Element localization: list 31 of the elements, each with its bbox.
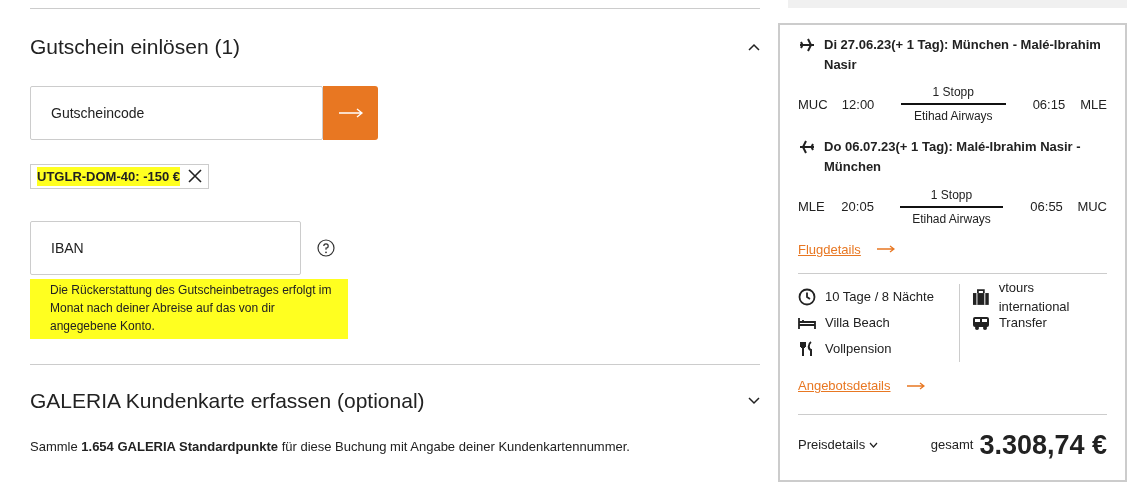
voucher-code-field[interactable]: Gutscheincode — [30, 85, 323, 140]
stops-label: 1 Stopp — [931, 84, 975, 102]
airport-code: MLE — [1080, 95, 1107, 114]
feature-label: Transfer — [998, 314, 1047, 333]
loyalty-description: Sammle 1.654 GALERIA Standardpunkte für diese Buchung mit Angabe deiner Kundenkartennummer. — [30, 437, 631, 456]
feature-label: Villa Beach — [825, 314, 890, 333]
flight-title: Do 06.07.23(+ 1 Tag): Malé-Ibrahim Nasir - München — [824, 138, 1082, 177]
arrival-time: 06:55 — [1030, 197, 1064, 216]
flight-title: Di 27.06.23(+ 1 Tag): München - Malé-Ibrahim Nasir — [824, 36, 1102, 75]
feature-label: 10 Tage / 8 Nächte — [825, 288, 934, 307]
section-title: GALERIA Kundenkarte erfassen (optional) — [30, 388, 425, 414]
airport-code: MUC — [798, 95, 829, 114]
airport-code: MLE — [798, 197, 826, 216]
feature-label: vtours international — [998, 278, 1071, 317]
arrival-time: 06:15 — [1032, 95, 1067, 114]
iban-field[interactable]: IBAN — [30, 221, 301, 275]
total-price: 3.308,74 € — [979, 428, 1107, 462]
airline-name: Etihad Airways — [911, 210, 992, 228]
section-title: Gutschein einlösen (1) — [30, 34, 241, 60]
departure-time: 12:00 — [841, 95, 876, 114]
airline-name: Etihad Airways — [912, 108, 994, 126]
total-label: gesamt — [930, 436, 974, 455]
departure-time: 20:05 — [841, 197, 875, 216]
flight-details-link[interactable]: Flugdetails — [798, 239, 861, 260]
stops-label: 1 Stopp — [929, 186, 974, 204]
price-details-toggle[interactable]: Preisdetails — [798, 435, 879, 455]
airport-code: MUC — [1077, 197, 1107, 216]
refund-note: Die Rückerstattung des Gutscheinbetrages erfolgt im Monat nach deiner Abreise auf das von dir angegebene Konto. — [30, 279, 348, 339]
offer-details-link[interactable]: Angebotsdetails — [798, 376, 891, 396]
feature-label: Vollpension — [825, 340, 892, 359]
voucher-tag: UTGLR-DOM-40: -150 € — [30, 163, 210, 189]
